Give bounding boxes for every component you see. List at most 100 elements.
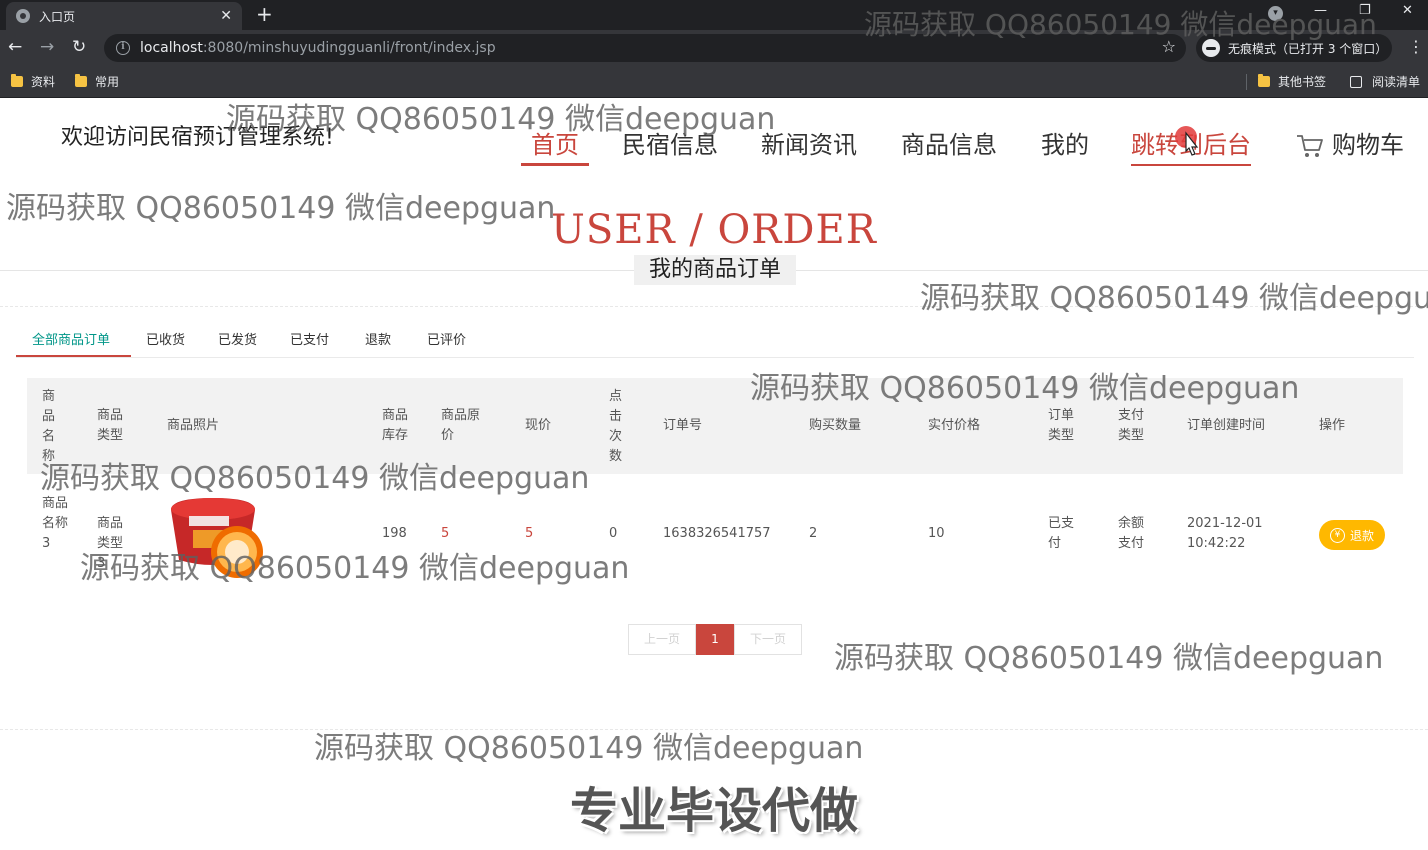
reload-icon[interactable]: ↻ bbox=[72, 37, 86, 57]
header-quantity: 购买数量 bbox=[809, 418, 862, 433]
reading-list-icon bbox=[1350, 75, 1362, 88]
browser-tab[interactable]: 入口页 ✕ bbox=[6, 2, 242, 30]
cell-created-date: 2021-12-01 bbox=[1187, 516, 1263, 531]
header-goods-type: 商品类型 bbox=[97, 408, 124, 443]
tab-close-icon[interactable]: ✕ bbox=[220, 8, 232, 24]
pagination: 上一页 1 下一页 bbox=[628, 624, 802, 655]
refund-button-label: 退款 bbox=[1349, 528, 1374, 543]
header-actions: 操作 bbox=[1319, 418, 1346, 433]
restore-button[interactable]: ❐ bbox=[1359, 3, 1371, 18]
bookmark-label: 资料 bbox=[31, 75, 56, 89]
cell-quantity: 2 bbox=[809, 526, 818, 541]
header-stock: 商品库存 bbox=[382, 408, 409, 443]
tab-received[interactable]: 已收货 bbox=[146, 329, 185, 348]
close-window-button[interactable]: ✕ bbox=[1402, 3, 1413, 18]
tab-all-orders[interactable]: 全部商品订单 bbox=[32, 329, 110, 348]
table-header: 商品名称 商品类型 商品照片 商品库存 商品原价 现价 点击次数 订单号 购买数… bbox=[27, 378, 1403, 474]
header-clicks: 点击次数 bbox=[609, 389, 623, 464]
cell-goods-type: 商品类型3 bbox=[97, 516, 124, 571]
nav-label: 我的 bbox=[1041, 131, 1089, 159]
header-goods-photo: 商品照片 bbox=[167, 418, 220, 433]
dashed-divider bbox=[0, 306, 1428, 307]
nav-cart[interactable]: 购物车 bbox=[1296, 125, 1404, 160]
goods-photo bbox=[171, 498, 263, 578]
cell-created-time: 10:42:22 bbox=[1187, 536, 1246, 551]
nav-mine[interactable]: 我的 bbox=[1041, 125, 1089, 160]
nav-goods-info[interactable]: 商品信息 bbox=[901, 125, 997, 160]
new-tab-button[interactable]: + bbox=[256, 3, 273, 25]
folder-icon bbox=[75, 74, 87, 87]
folder-icon bbox=[1258, 74, 1270, 87]
site-info-icon[interactable]: i bbox=[116, 41, 130, 55]
hover-underline bbox=[1131, 164, 1251, 166]
header-order-type: 订单类型 bbox=[1048, 408, 1075, 443]
watermark-text: 源码获取 QQ86050149 微信deepguan bbox=[834, 641, 1384, 676]
nav-label: 首页 bbox=[531, 131, 579, 159]
address-bar[interactable]: i localhost:8080/minshuyudingguanli/fron… bbox=[104, 34, 1186, 62]
page-content: 欢迎访问民宿预订管理系统! 首页 民宿信息 新闻资讯 商品信息 我的 跳转到后台 bbox=[0, 99, 1428, 850]
header-goods-name: 商品名称 bbox=[42, 389, 56, 464]
watermark-text: 源码获取 QQ86050149 微信deepguan bbox=[80, 551, 630, 586]
header-paid: 实付价格 bbox=[928, 418, 981, 433]
cell-stock: 198 bbox=[382, 526, 407, 541]
minimize-button[interactable]: — bbox=[1314, 3, 1327, 18]
header-original-price: 商品原价 bbox=[441, 408, 481, 443]
tab-search-icon[interactable]: ▾ bbox=[1268, 6, 1283, 21]
header-pay-type: 支付类型 bbox=[1118, 408, 1145, 443]
nav-label: 购物车 bbox=[1332, 131, 1404, 159]
nav-go-to-backend[interactable]: 跳转到后台 bbox=[1131, 125, 1251, 166]
nav-label: 商品信息 bbox=[901, 131, 997, 159]
dashed-divider bbox=[0, 729, 1428, 730]
nav-label: 新闻资讯 bbox=[761, 131, 857, 159]
nav-homestay-info[interactable]: 民宿信息 bbox=[622, 125, 718, 160]
tab-paid[interactable]: 已支付 bbox=[290, 329, 329, 348]
cell-goods-name: 商品名称3 bbox=[42, 496, 69, 551]
bookmark-label: 常用 bbox=[95, 75, 120, 89]
cell-original-price: 5 bbox=[441, 526, 450, 541]
incognito-label: 无痕模式（已打开 3 个窗口） bbox=[1228, 41, 1388, 56]
nav-news[interactable]: 新闻资讯 bbox=[761, 125, 857, 160]
cell-paid: 10 bbox=[928, 526, 945, 541]
mouse-cursor-icon bbox=[1175, 126, 1199, 156]
watermark-text: 源码获取 QQ86050149 微信deepgua bbox=[920, 281, 1428, 316]
shopping-cart-icon bbox=[1297, 135, 1323, 157]
main-nav: 首页 民宿信息 新闻资讯 商品信息 我的 跳转到后台 bbox=[0, 125, 1428, 166]
tab-title: 入口页 bbox=[39, 9, 76, 24]
page-number-current[interactable]: 1 bbox=[696, 624, 734, 655]
page-favicon-icon bbox=[16, 9, 30, 23]
browser-toolbar: ← → ↻ i localhost:8080/minshuyudingguanl… bbox=[0, 30, 1428, 66]
nav-label: 民宿信息 bbox=[622, 131, 718, 159]
cell-order-type: 已支付 bbox=[1048, 516, 1075, 551]
promo-banner-text: 专业毕设代做 bbox=[569, 783, 858, 839]
tab-refund[interactable]: 退款 bbox=[365, 329, 391, 348]
folder-icon bbox=[11, 74, 23, 87]
nav-home[interactable]: 首页 bbox=[521, 125, 589, 166]
reading-list-label: 阅读清单 bbox=[1372, 75, 1421, 89]
cell-order-no: 1638326541757 bbox=[663, 526, 771, 541]
cell-clicks: 0 bbox=[609, 526, 618, 541]
header-created-time: 订单创建时间 bbox=[1187, 418, 1266, 433]
header-price: 现价 bbox=[525, 418, 552, 433]
incognito-indicator[interactable]: 无痕模式（已打开 3 个窗口） bbox=[1196, 34, 1392, 62]
bookmark-folder-ziliao[interactable]: 资料 bbox=[11, 73, 55, 90]
back-arrow-icon[interactable]: ← bbox=[8, 37, 22, 57]
browser-menu-icon[interactable]: ⋮ bbox=[1408, 37, 1424, 56]
refund-button[interactable]: ¥ 退款 bbox=[1319, 520, 1385, 550]
tab-reviewed[interactable]: 已评价 bbox=[427, 329, 466, 348]
bookmark-star-icon[interactable]: ☆ bbox=[1162, 37, 1176, 56]
active-tab-underline bbox=[16, 355, 131, 357]
incognito-icon bbox=[1202, 39, 1220, 57]
other-bookmarks[interactable]: 其他书签 bbox=[1258, 73, 1326, 90]
url-path: :8080/minshuyudingguanli/front/index.jsp bbox=[202, 40, 496, 56]
next-page-button[interactable]: 下一页 bbox=[734, 624, 802, 655]
prev-page-button[interactable]: 上一页 bbox=[628, 624, 696, 655]
active-nav-underline bbox=[521, 163, 589, 166]
forward-arrow-icon[interactable]: → bbox=[40, 37, 54, 57]
bookmark-folder-changyong[interactable]: 常用 bbox=[75, 73, 119, 90]
tab-shipped[interactable]: 已发货 bbox=[218, 329, 257, 348]
page-subheading: 我的商品订单 bbox=[634, 255, 796, 285]
page-heading: USER / ORDER bbox=[551, 207, 877, 253]
reading-list[interactable]: 阅读清单 bbox=[1350, 73, 1420, 90]
other-bookmarks-label: 其他书签 bbox=[1278, 75, 1327, 89]
browser-tab-bar: 入口页 ✕ + ▾ — ❐ ✕ bbox=[0, 0, 1428, 30]
